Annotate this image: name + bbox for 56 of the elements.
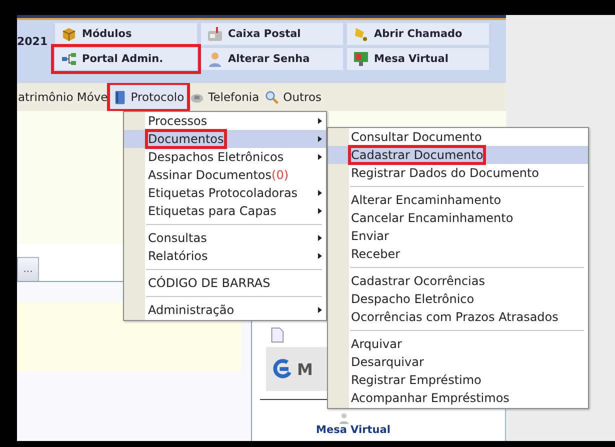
submenu-arrow-icon	[318, 235, 322, 241]
menu-item[interactable]: Despacho Eletrônico	[328, 290, 588, 308]
menu-bar-item[interactable]: Telefonia	[187, 85, 262, 109]
menu-item[interactable]: Receber	[328, 245, 588, 263]
cubes-icon	[61, 26, 77, 42]
logo-text: M	[297, 360, 313, 378]
menu-item[interactable]: Consultar Documento	[328, 128, 588, 146]
submenu-arrow-icon	[318, 118, 322, 124]
menu-item[interactable]: Alterar Encaminhamento	[328, 191, 588, 209]
submenu-arrow-icon	[318, 136, 322, 142]
menu-item[interactable]: Cancelar Encaminhamento	[328, 209, 588, 227]
search-icon	[265, 90, 280, 104]
menu-bar-item[interactable]: Outros	[262, 85, 325, 109]
submenu-arrow-icon	[318, 190, 322, 196]
menu-item[interactable]: Ocorrências com Prazos Atrasados	[328, 308, 588, 326]
person-icon	[207, 51, 223, 67]
menu-item[interactable]: Administração	[124, 301, 326, 319]
shortcut-button[interactable]: Mesa Virtual	[347, 48, 489, 70]
menu-item[interactable]: Etiquetas para Capas	[124, 202, 326, 220]
menu-item[interactable]: Desarquivar	[328, 353, 588, 371]
shortcut-button[interactable]: Abrir Chamado	[347, 23, 489, 45]
submenu-arrow-icon	[318, 307, 322, 313]
menu-item[interactable]: Processos	[124, 112, 326, 130]
submenu-arrow-icon	[318, 253, 322, 259]
menu-item[interactable]: Registrar Dados do Documento	[328, 164, 588, 182]
shortcut-button[interactable]: Portal Admin.	[55, 48, 197, 70]
submenu-arrow-icon	[318, 154, 322, 160]
menu-item[interactable]: Documentos	[124, 130, 326, 148]
menu-item[interactable]: Cadastrar Documento	[328, 146, 588, 164]
document-icon	[270, 327, 284, 343]
person-icon	[338, 412, 350, 424]
menu-item[interactable]: Relatórios	[124, 247, 326, 265]
monitor-icon	[353, 51, 369, 67]
menu-item[interactable]: Consultas	[124, 229, 326, 247]
mesa-virtual-link[interactable]: Mesa Virtual	[316, 424, 390, 436]
menu-item[interactable]: CÓDIGO DE BARRAS	[124, 274, 326, 292]
menu-item[interactable]: Etiquetas Protocoladoras	[124, 184, 326, 202]
menu-item[interactable]: Despachos Eletrônicos	[124, 148, 326, 166]
menu-item[interactable]: Cadastrar Ocorrências	[328, 272, 588, 290]
tab[interactable]: ...	[17, 257, 39, 281]
network-icon	[61, 51, 77, 67]
menu-item[interactable]: Acompanhar Empréstimos	[328, 389, 588, 407]
year-label: 2021	[17, 35, 49, 48]
mailbox-icon	[207, 26, 223, 42]
menu-item[interactable]: Registrar Empréstimo	[328, 371, 588, 389]
menu-item[interactable]: Enviar	[328, 227, 588, 245]
menu-bar-item[interactable]: Protocolo	[110, 85, 188, 109]
shortcut-button[interactable]: Módulos	[55, 23, 197, 45]
menu-item[interactable]: Assinar Documentos(0)	[124, 166, 326, 184]
menu-item[interactable]: Arquivar	[328, 335, 588, 353]
book-icon	[112, 90, 127, 104]
shortcut-button[interactable]: Alterar Senha	[201, 48, 343, 70]
shortcut-button[interactable]: Caixa Postal	[201, 23, 343, 45]
swirl-icon	[272, 358, 294, 380]
menu-bar-item[interactable]: atrimônio Móve	[17, 85, 110, 109]
submenu-arrow-icon	[318, 208, 322, 214]
